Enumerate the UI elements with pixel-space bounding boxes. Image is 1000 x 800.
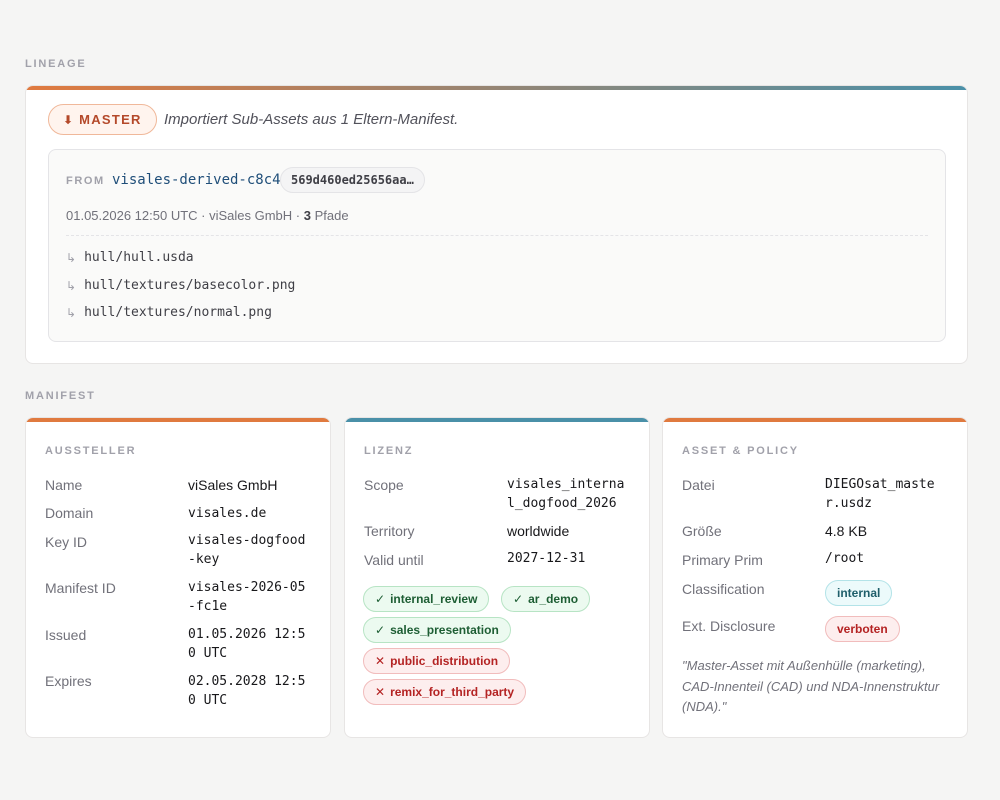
lineage-description: Importiert Sub-Assets aus 1 Eltern-Manif… xyxy=(164,111,459,128)
permission-chip-denied: ✕ remix_for_third_party xyxy=(363,679,527,705)
expires-value: 02.05.2028 12:50 UTC xyxy=(188,674,306,708)
issuer-domain-value: visales.de xyxy=(188,506,267,521)
license-card-title: LIZENZ xyxy=(364,445,414,457)
classification-label: Classification xyxy=(682,581,765,597)
primary-prim-label: Primary Prim xyxy=(682,552,763,568)
permission-label: internal_review xyxy=(390,592,478,606)
check-icon: ✓ xyxy=(375,623,386,637)
license-card: LIZENZ Scope visales_internal_dogfood_20… xyxy=(344,417,650,738)
territory-value: worldwide xyxy=(507,523,570,539)
primary-prim-value: /root xyxy=(825,551,865,566)
parent-manifest-meta-text: 01.05.2026 12:50 UTC · viSales GmbH · xyxy=(66,208,304,223)
permission-label: ar_demo xyxy=(528,592,579,606)
path-branch-icon: ↳ xyxy=(66,278,77,293)
master-badge-label: MASTER xyxy=(79,112,142,127)
arrow-down-icon: ⬇ xyxy=(63,112,74,127)
parent-manifest-box: FROM visales-derived-c8c4 569d460ed25656… xyxy=(48,149,946,342)
asset-card-title: ASSET & POLICY xyxy=(682,445,799,457)
check-icon: ✓ xyxy=(513,592,524,606)
permission-chip-allowed: ✓ sales_presentation xyxy=(363,617,511,643)
from-label: FROM xyxy=(66,175,105,187)
ext-disclosure-badge: verboten xyxy=(825,616,900,642)
manifest-id-label: Manifest ID xyxy=(45,580,116,596)
master-badge: ⬇ MASTER xyxy=(48,104,157,135)
permission-label: sales_presentation xyxy=(390,623,499,637)
path-item: ↳ hull/textures/basecolor.png xyxy=(66,278,295,293)
issuer-key-id-value: visales-dogfood-key xyxy=(188,533,306,567)
issuer-name-value: viSales GmbH xyxy=(188,477,278,493)
scope-value: visales_internal_dogfood_2026 xyxy=(507,477,625,511)
permission-label: public_distribution xyxy=(390,654,499,668)
territory-label: Territory xyxy=(364,523,415,539)
scope-label: Scope xyxy=(364,477,404,493)
parent-manifest-meta: 01.05.2026 12:50 UTC · viSales GmbH · 3 … xyxy=(66,208,349,223)
path-count: 3 xyxy=(303,208,311,223)
valid-until-label: Valid until xyxy=(364,552,424,568)
path-text: hull/textures/normal.png xyxy=(84,305,272,320)
license-card-accent-bar xyxy=(345,418,649,422)
lineage-card-accent-bar xyxy=(26,86,967,90)
path-text: hull/textures/basecolor.png xyxy=(84,278,296,293)
asset-policy-card: ASSET & POLICY Datei DIEGOsat_master.usd… xyxy=(662,417,968,738)
manifest-section-label: MANIFEST xyxy=(25,390,96,402)
lineage-card: ⬇ MASTER Importiert Sub-Assets aus 1 Elt… xyxy=(25,85,968,364)
parent-manifest-hash[interactable]: 569d460ed25656aa… xyxy=(280,167,425,193)
issued-value: 01.05.2026 12:50 UTC xyxy=(188,627,306,661)
divider xyxy=(66,235,928,236)
issued-label: Issued xyxy=(45,627,87,643)
issuer-key-id-label: Key ID xyxy=(45,534,88,550)
permission-chip-allowed: ✓ internal_review xyxy=(363,586,490,612)
expires-label: Expires xyxy=(45,673,92,689)
ext-disclosure-label: Ext. Disclosure xyxy=(682,618,776,634)
permission-chip-denied: ✕ public_distribution xyxy=(363,648,511,674)
path-item: ↳ hull/textures/normal.png xyxy=(66,305,272,320)
check-icon: ✓ xyxy=(375,592,386,606)
path-item: ↳ hull/hull.usda xyxy=(66,250,194,265)
classification-badge: internal xyxy=(825,580,893,606)
asset-card-accent-bar xyxy=(663,418,967,422)
permission-label: remix_for_third_party xyxy=(390,685,515,699)
issuer-card-title: AUSSTELLER xyxy=(45,445,137,457)
path-branch-icon: ↳ xyxy=(66,305,77,320)
parent-manifest-name[interactable]: visales-derived-c8c4 xyxy=(112,172,281,188)
cross-icon: ✕ xyxy=(375,654,386,668)
cross-icon: ✕ xyxy=(375,685,386,699)
issuer-card-accent-bar xyxy=(26,418,330,422)
size-value: 4.8 KB xyxy=(825,523,868,539)
valid-until-value: 2027-12-31 xyxy=(507,551,586,566)
manifest-id-value: visales-2026-05-fc1e xyxy=(188,580,306,614)
file-label: Datei xyxy=(682,477,715,493)
lineage-section-label: LINEAGE xyxy=(25,58,87,70)
issuer-card: AUSSTELLER Name viSales GmbH Domain visa… xyxy=(25,417,331,738)
size-label: Größe xyxy=(682,523,722,539)
path-branch-icon: ↳ xyxy=(66,250,77,265)
issuer-name-label: Name xyxy=(45,477,83,493)
path-count-suffix: Pfade xyxy=(310,208,349,223)
permission-chip-allowed: ✓ ar_demo xyxy=(501,586,591,612)
path-text: hull/hull.usda xyxy=(84,250,194,265)
file-value: DIEGOsat_master.usdz xyxy=(825,477,935,511)
issuer-domain-label: Domain xyxy=(45,505,94,521)
asset-note: "Master-Asset mit Außenhülle (marketing)… xyxy=(682,658,940,714)
